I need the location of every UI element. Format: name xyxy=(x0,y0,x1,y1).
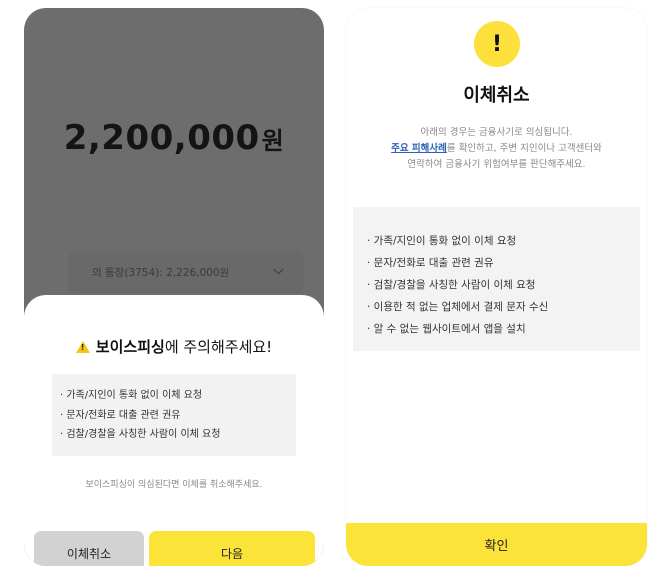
voice-phishing-warning-sheet: ! 보이스피싱에 주의해주세요! · 가족/지인이 통화 없이 이체 요청 · 문… xyxy=(24,295,324,566)
transfer-amount-screen: 2,200,000원 의 통장(3754): 2,226,000원 ! 보이스피싱… xyxy=(24,8,324,566)
transfer-cancel-screen: ! 이체취소 아래의 경우는 금융사기로 의심됩니다. 주요 피해사례를 확인하… xyxy=(346,8,647,566)
list-item: · 가족/지인이 통화 없이 이체 요청 xyxy=(367,235,517,247)
list-item: · 가족/지인이 통화 없이 이체 요청 xyxy=(60,390,203,401)
desc-line-1: 아래의 경우는 금융사기로 의심됩니다. xyxy=(420,127,573,138)
account-label: 의 통장(3754): 2,226,000원 xyxy=(92,266,230,279)
desc-line-3: 연락하여 금융사기 위험여부를 판단해주세요. xyxy=(407,159,586,170)
list-item: · 이용한 적 없는 업체에서 결제 문자 수신 xyxy=(367,301,549,313)
warning-note: 보이스피싱이 의심된다면 이체를 취소해주세요. xyxy=(85,480,263,490)
fraud-case-list-box: · 가족/지인이 통화 없이 이체 요청 · 문자/전화로 대출 관련 권유 ·… xyxy=(353,207,640,351)
list-item: · 검찰/경찰을 사칭한 사람이 이체 요청 xyxy=(367,279,536,291)
confirm-button[interactable]: 확인 xyxy=(346,523,647,566)
damage-cases-link[interactable]: 주요 피해사례 xyxy=(391,143,447,154)
fraud-description: 아래의 경우는 금융사기로 의심됩니다. 주요 피해사례를 확인하고, 주변 지… xyxy=(346,125,647,173)
amount-unit: 원 xyxy=(261,127,285,155)
desc-line-2: 주요 피해사례를 확인하고, 주변 지인이나 고객센터와 xyxy=(346,141,647,157)
list-item: · 알 수 없는 웹사이트에서 앱을 설치 xyxy=(367,323,526,335)
cancel-transfer-button[interactable]: 이체취소 xyxy=(34,531,144,566)
chevron-down-icon xyxy=(273,264,284,275)
amount-value: 2,200,000 xyxy=(63,118,260,158)
account-selector[interactable]: 의 통장(3754): 2,226,000원 xyxy=(68,251,304,293)
next-button[interactable]: 다음 xyxy=(149,531,315,566)
transfer-amount: 2,200,000원 xyxy=(24,118,324,158)
sheet-title-bold: 보이스피싱 xyxy=(95,338,165,356)
warning-icon: ! xyxy=(75,341,90,353)
sheet-title-rest: 에 주의해주세요! xyxy=(164,338,273,356)
list-item: · 검찰/경찰을 사칭한 사람이 이체 요청 xyxy=(60,429,221,440)
warning-list-box: · 가족/지인이 통화 없이 이체 요청 · 문자/전화로 대출 관련 권유 ·… xyxy=(52,374,296,456)
list-item: · 문자/전화로 대출 관련 권유 xyxy=(60,409,181,421)
list-item: · 문자/전화로 대출 관련 권유 xyxy=(367,257,494,269)
desc-line-2-rest: 를 확인하고, 주변 지인이나 고객센터와 xyxy=(446,143,602,154)
page-title: 이체취소 xyxy=(463,85,530,106)
sheet-title: ! 보이스피싱에 주의해주세요! xyxy=(24,336,324,357)
exclamation-icon: ! xyxy=(474,21,520,67)
